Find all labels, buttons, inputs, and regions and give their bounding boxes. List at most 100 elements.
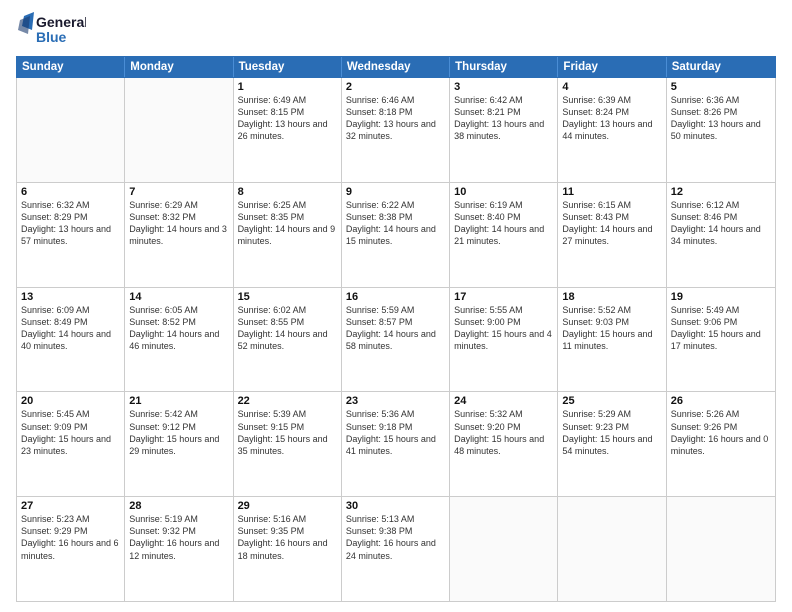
calendar-week: 13Sunrise: 6:09 AMSunset: 8:49 PMDayligh…	[17, 288, 775, 393]
header-day: Thursday	[450, 57, 558, 77]
cell-info-line: Sunrise: 6:46 AM	[346, 94, 445, 106]
day-number: 22	[238, 395, 337, 407]
cell-info-line: Sunset: 8:57 PM	[346, 316, 445, 328]
cell-info-line: Daylight: 13 hours and 44 minutes.	[562, 118, 661, 142]
day-number: 2	[346, 81, 445, 93]
svg-text:General: General	[36, 14, 86, 30]
day-number: 9	[346, 186, 445, 198]
day-number: 6	[21, 186, 120, 198]
day-number: 28	[129, 500, 228, 512]
cell-info-line: Sunrise: 6:19 AM	[454, 199, 553, 211]
cell-info-line: Sunrise: 5:42 AM	[129, 408, 228, 420]
cell-info-line: Sunset: 9:32 PM	[129, 525, 228, 537]
header-day: Wednesday	[342, 57, 450, 77]
header-day: Tuesday	[234, 57, 342, 77]
cell-info-line: Daylight: 14 hours and 52 minutes.	[238, 328, 337, 352]
calendar-cell: 27Sunrise: 5:23 AMSunset: 9:29 PMDayligh…	[17, 497, 125, 601]
cell-info-line: Daylight: 13 hours and 50 minutes.	[671, 118, 771, 142]
cell-info-line: Sunrise: 5:52 AM	[562, 304, 661, 316]
cell-info-line: Sunrise: 5:26 AM	[671, 408, 771, 420]
header-day: Saturday	[667, 57, 775, 77]
cell-info-line: Sunset: 8:46 PM	[671, 211, 771, 223]
cell-info-line: Sunset: 9:23 PM	[562, 421, 661, 433]
calendar-cell: 9Sunrise: 6:22 AMSunset: 8:38 PMDaylight…	[342, 183, 450, 287]
cell-info-line: Daylight: 15 hours and 17 minutes.	[671, 328, 771, 352]
cell-info-line: Sunset: 9:09 PM	[21, 421, 120, 433]
header-day: Friday	[558, 57, 666, 77]
cell-info-line: Sunset: 9:20 PM	[454, 421, 553, 433]
cell-info-line: Sunrise: 5:59 AM	[346, 304, 445, 316]
cell-info-line: Sunrise: 6:09 AM	[21, 304, 120, 316]
cell-info-line: Sunset: 8:52 PM	[129, 316, 228, 328]
cell-info-line: Sunset: 8:49 PM	[21, 316, 120, 328]
cell-info-line: Sunset: 9:18 PM	[346, 421, 445, 433]
calendar-cell	[558, 497, 666, 601]
day-number: 5	[671, 81, 771, 93]
cell-info-line: Daylight: 14 hours and 40 minutes.	[21, 328, 120, 352]
calendar-cell: 7Sunrise: 6:29 AMSunset: 8:32 PMDaylight…	[125, 183, 233, 287]
day-number: 17	[454, 291, 553, 303]
cell-info-line: Daylight: 14 hours and 58 minutes.	[346, 328, 445, 352]
calendar-cell	[17, 78, 125, 182]
cell-info-line: Sunset: 8:18 PM	[346, 106, 445, 118]
day-number: 8	[238, 186, 337, 198]
cell-info-line: Daylight: 13 hours and 57 minutes.	[21, 223, 120, 247]
page: General Blue SundayMondayTuesdayWednesda…	[0, 0, 792, 612]
cell-info-line: Sunset: 9:29 PM	[21, 525, 120, 537]
calendar-cell: 1Sunrise: 6:49 AMSunset: 8:15 PMDaylight…	[234, 78, 342, 182]
calendar-cell: 21Sunrise: 5:42 AMSunset: 9:12 PMDayligh…	[125, 392, 233, 496]
cell-info-line: Sunrise: 5:19 AM	[129, 513, 228, 525]
day-number: 12	[671, 186, 771, 198]
cell-info-line: Sunrise: 6:36 AM	[671, 94, 771, 106]
cell-info-line: Daylight: 15 hours and 41 minutes.	[346, 433, 445, 457]
cell-info-line: Sunrise: 5:13 AM	[346, 513, 445, 525]
cell-info-line: Sunrise: 6:49 AM	[238, 94, 337, 106]
calendar-week: 6Sunrise: 6:32 AMSunset: 8:29 PMDaylight…	[17, 183, 775, 288]
cell-info-line: Sunrise: 5:55 AM	[454, 304, 553, 316]
cell-info-line: Daylight: 14 hours and 21 minutes.	[454, 223, 553, 247]
cell-info-line: Sunset: 8:32 PM	[129, 211, 228, 223]
cell-info-line: Sunrise: 6:42 AM	[454, 94, 553, 106]
day-number: 7	[129, 186, 228, 198]
cell-info-line: Daylight: 14 hours and 9 minutes.	[238, 223, 337, 247]
calendar-cell: 20Sunrise: 5:45 AMSunset: 9:09 PMDayligh…	[17, 392, 125, 496]
calendar-cell: 18Sunrise: 5:52 AMSunset: 9:03 PMDayligh…	[558, 288, 666, 392]
cell-info-line: Sunset: 9:03 PM	[562, 316, 661, 328]
calendar-cell: 14Sunrise: 6:05 AMSunset: 8:52 PMDayligh…	[125, 288, 233, 392]
calendar-cell: 10Sunrise: 6:19 AMSunset: 8:40 PMDayligh…	[450, 183, 558, 287]
cell-info-line: Sunset: 8:55 PM	[238, 316, 337, 328]
day-number: 19	[671, 291, 771, 303]
cell-info-line: Daylight: 14 hours and 15 minutes.	[346, 223, 445, 247]
day-number: 24	[454, 395, 553, 407]
cell-info-line: Sunrise: 6:39 AM	[562, 94, 661, 106]
cell-info-line: Sunrise: 6:25 AM	[238, 199, 337, 211]
day-number: 1	[238, 81, 337, 93]
cell-info-line: Sunset: 8:29 PM	[21, 211, 120, 223]
cell-info-line: Sunrise: 6:02 AM	[238, 304, 337, 316]
calendar-cell: 3Sunrise: 6:42 AMSunset: 8:21 PMDaylight…	[450, 78, 558, 182]
day-number: 26	[671, 395, 771, 407]
calendar-cell: 29Sunrise: 5:16 AMSunset: 9:35 PMDayligh…	[234, 497, 342, 601]
calendar-cell	[450, 497, 558, 601]
day-number: 18	[562, 291, 661, 303]
calendar-body: 1Sunrise: 6:49 AMSunset: 8:15 PM Daylight…	[16, 78, 776, 602]
cell-info-line: Daylight: 15 hours and 48 minutes.	[454, 433, 553, 457]
cell-info-line: Daylight: 15 hours and 29 minutes.	[129, 433, 228, 457]
cell-info-line: Daylight: 15 hours and 54 minutes.	[562, 433, 661, 457]
day-number: 29	[238, 500, 337, 512]
day-number: 11	[562, 186, 661, 198]
day-number: 3	[454, 81, 553, 93]
calendar: SundayMondayTuesdayWednesdayThursdayFrid…	[16, 56, 776, 602]
cell-info-line: Daylight: 15 hours and 35 minutes.	[238, 433, 337, 457]
cell-info-line: Daylight: 16 hours and 6 minutes.	[21, 537, 120, 561]
calendar-cell: 4Sunrise: 6:39 AMSunset: 8:24 PMDaylight…	[558, 78, 666, 182]
cell-info-line: Sunset: 8:38 PM	[346, 211, 445, 223]
day-number: 4	[562, 81, 661, 93]
cell-info-line: Sunset: 8:15 PM	[238, 106, 337, 118]
cell-info-line: Sunset: 9:12 PM	[129, 421, 228, 433]
cell-info-line: Daylight: 16 hours and 0 minutes.	[671, 433, 771, 457]
cell-info-line: Sunrise: 6:22 AM	[346, 199, 445, 211]
calendar-cell: 19Sunrise: 5:49 AMSunset: 9:06 PMDayligh…	[667, 288, 775, 392]
cell-info-line: Daylight: 14 hours and 3 minutes.	[129, 223, 228, 247]
day-number: 14	[129, 291, 228, 303]
